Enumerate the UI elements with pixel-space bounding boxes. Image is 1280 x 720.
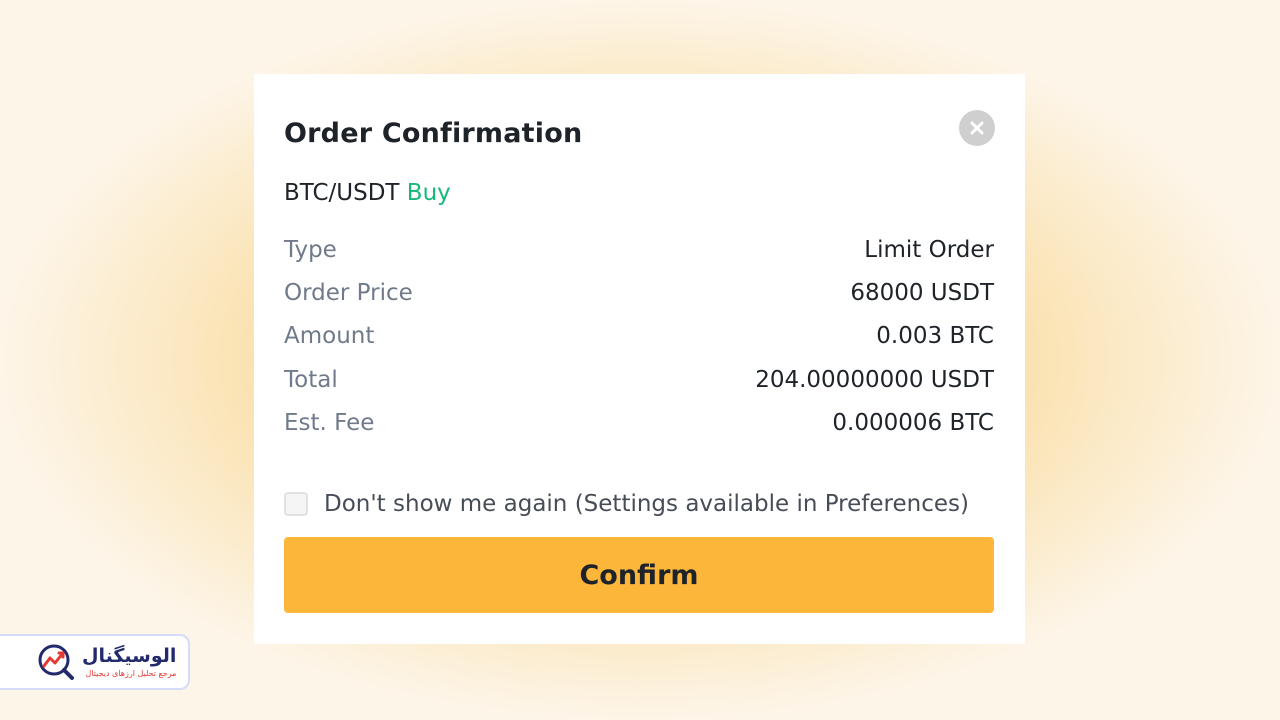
- detail-row-total: Total 204.00000000 USDT: [284, 358, 994, 401]
- detail-label: Est. Fee: [284, 409, 375, 436]
- detail-value: 68000 USDT: [850, 279, 994, 306]
- logo-name: الوسیگنال: [82, 644, 177, 667]
- close-icon: [970, 121, 984, 135]
- logo-tagline: مرجع تحلیل ارزهای دیجیتال: [85, 668, 177, 678]
- detail-value: 0.000006 BTC: [832, 409, 994, 436]
- detail-row-order-price: Order Price 68000 USDT: [284, 271, 994, 314]
- detail-label: Total: [284, 366, 338, 393]
- detail-row-type: Type Limit Order: [284, 228, 994, 271]
- dont-show-again-label: Don't show me again (Settings available …: [324, 491, 969, 517]
- detail-value: Limit Order: [864, 236, 994, 263]
- detail-value: 204.00000000 USDT: [755, 366, 994, 393]
- dont-show-again-checkbox[interactable]: [284, 492, 308, 516]
- detail-label: Type: [284, 236, 337, 263]
- detail-row-est-fee: Est. Fee 0.000006 BTC: [284, 401, 994, 444]
- pair-symbol: BTC/USDT: [284, 180, 400, 206]
- logo-text: الوسیگنال مرجع تحلیل ارزهای دیجیتال: [82, 644, 177, 678]
- detail-label: Order Price: [284, 279, 413, 306]
- confirm-button[interactable]: Confirm: [284, 537, 994, 613]
- watermark-logo: الوسیگنال مرجع تحلیل ارزهای دیجیتال: [0, 634, 190, 690]
- dont-show-again-option[interactable]: Don't show me again (Settings available …: [284, 491, 969, 517]
- trading-pair: BTC/USDT Buy: [284, 180, 451, 206]
- detail-row-amount: Amount 0.003 BTC: [284, 315, 994, 358]
- detail-label: Amount: [284, 323, 375, 350]
- order-side: Buy: [406, 180, 451, 206]
- order-details: Type Limit Order Order Price 68000 USDT …: [284, 228, 994, 444]
- dialog-title: Order Confirmation: [284, 118, 583, 149]
- detail-value: 0.003 BTC: [876, 323, 994, 350]
- order-confirmation-dialog: Order Confirmation BTC/USDT Buy Type Lim…: [254, 74, 1025, 644]
- close-button[interactable]: [959, 110, 995, 146]
- chart-magnifier-icon: [38, 644, 74, 680]
